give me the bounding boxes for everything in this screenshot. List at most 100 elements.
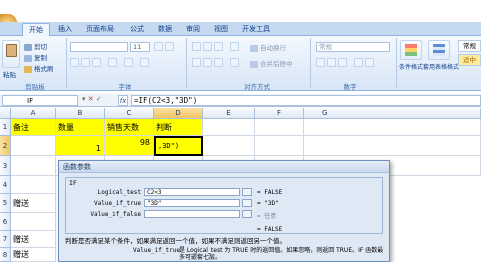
tab-insert[interactable]: 插入 xyxy=(52,23,78,36)
function-description: 判断是否满足某个条件，如果满足返回一个值，如果不满足则返回另一个值。 xyxy=(65,237,286,245)
name-box[interactable]: IF xyxy=(2,95,78,106)
select-all-corner[interactable] xyxy=(0,108,11,119)
underline-button[interactable] xyxy=(92,58,101,67)
conditional-format-icon xyxy=(405,44,417,56)
tab-home[interactable]: 开始 xyxy=(22,23,50,36)
italic-button[interactable] xyxy=(81,58,90,67)
align-left-button[interactable] xyxy=(192,58,201,67)
align-middle-button[interactable] xyxy=(203,42,212,51)
cancel-icon[interactable]: ✕ xyxy=(88,95,94,103)
collapse-dialog-icon[interactable] xyxy=(242,188,252,196)
column-header[interactable]: C xyxy=(105,108,154,119)
tab-data[interactable]: 数据 xyxy=(152,23,178,36)
dialog-title: 函数参数 xyxy=(59,161,389,173)
merge-center-button[interactable]: 合并后居中 xyxy=(250,58,293,68)
format-painter-button[interactable]: 格式刷 xyxy=(24,63,54,73)
bold-button[interactable] xyxy=(70,58,79,67)
tab-review[interactable]: 审阅 xyxy=(180,23,206,36)
arg-label-logical-test: Logical_test xyxy=(97,189,141,196)
clipboard-icon xyxy=(6,44,17,57)
cut-button[interactable]: 剪切 xyxy=(24,41,47,51)
enter-icon[interactable]: ✓ xyxy=(96,95,102,103)
number-group-label: 数字 xyxy=(343,83,357,91)
cell-a8[interactable]: 赠送 xyxy=(11,248,56,262)
cell-e2[interactable] xyxy=(203,136,255,156)
increase-decimal-button[interactable] xyxy=(354,58,363,67)
cell-d2-active[interactable]: ,3D") xyxy=(154,136,203,156)
column-header[interactable]: E xyxy=(203,108,255,119)
cell-e1[interactable] xyxy=(203,119,255,136)
align-bottom-button[interactable] xyxy=(214,42,223,51)
tab-page-layout[interactable]: 页面布局 xyxy=(80,23,120,36)
dropdown-arrow-icon[interactable]: ▾ xyxy=(82,95,86,103)
cell-a6[interactable] xyxy=(11,213,56,231)
cell-g1[interactable] xyxy=(304,119,481,136)
border-button[interactable] xyxy=(108,58,117,67)
font-color-button[interactable] xyxy=(140,58,149,67)
wrap-text-button[interactable]: 自动换行 xyxy=(250,42,286,52)
column-header[interactable]: A xyxy=(11,108,56,119)
copy-icon xyxy=(24,54,32,62)
cell-a4[interactable] xyxy=(11,176,56,194)
cell-b1[interactable]: 数量 xyxy=(56,119,105,136)
collapse-dialog-icon[interactable] xyxy=(242,210,252,218)
number-format-combo[interactable]: 常规 xyxy=(316,42,390,52)
cell-c2[interactable]: 98 xyxy=(105,136,154,156)
row-header[interactable]: 1 xyxy=(0,119,11,136)
tab-developer[interactable]: 开发工具 xyxy=(236,23,276,36)
arg-input-logical-test[interactable]: C2<3 xyxy=(144,188,240,196)
indent-button[interactable] xyxy=(230,58,239,67)
merge-icon xyxy=(250,60,258,68)
cell-a1[interactable]: 备注 xyxy=(11,119,56,136)
cell-g2[interactable] xyxy=(304,136,481,156)
row-header[interactable]: 2 xyxy=(0,136,11,156)
cell-a3[interactable] xyxy=(11,156,56,176)
cell-d1[interactable]: 判断 xyxy=(154,119,203,136)
conditional-format-button[interactable] xyxy=(400,40,422,60)
currency-button[interactable] xyxy=(316,58,325,67)
percent-button[interactable] xyxy=(327,58,336,67)
row-header[interactable]: 6 xyxy=(0,213,11,231)
font-name-combo[interactable] xyxy=(70,42,128,52)
row-header[interactable]: 5 xyxy=(0,194,11,213)
align-right-button[interactable] xyxy=(214,58,223,67)
insert-function-button[interactable]: fx xyxy=(118,95,128,106)
cell-f2[interactable] xyxy=(255,136,304,156)
copy-label: 复制 xyxy=(34,54,47,62)
comma-button[interactable] xyxy=(338,58,347,67)
copy-button[interactable]: 复制 xyxy=(24,52,47,62)
shrink-font-button[interactable] xyxy=(165,42,174,51)
arg-input-value-if-false[interactable] xyxy=(144,210,240,218)
font-size-combo[interactable]: 11 xyxy=(130,42,150,52)
tab-formulas[interactable]: 公式 xyxy=(124,23,150,36)
row-header[interactable]: 4 xyxy=(0,176,11,194)
orientation-button[interactable] xyxy=(230,42,239,51)
cell-a7[interactable]: 赠送 xyxy=(11,231,56,248)
grow-font-button[interactable] xyxy=(154,42,163,51)
cell-f1[interactable] xyxy=(255,119,304,136)
column-header[interactable]: D xyxy=(154,108,203,119)
column-header[interactable]: F xyxy=(255,108,304,119)
collapse-dialog-icon[interactable] xyxy=(242,199,252,207)
row-header[interactable]: 3 xyxy=(0,156,11,176)
paste-button[interactable] xyxy=(2,40,20,68)
fill-color-button[interactable] xyxy=(124,58,133,67)
align-top-button[interactable] xyxy=(192,42,201,51)
cell-a2[interactable] xyxy=(11,136,56,156)
style-neutral-button[interactable]: 适中 xyxy=(458,54,481,66)
clipboard-group-label: 剪贴板 xyxy=(25,83,45,91)
row-header[interactable]: 7 xyxy=(0,231,11,248)
style-normal-button[interactable]: 常规 xyxy=(458,40,481,52)
tab-view[interactable]: 视图 xyxy=(208,23,234,36)
decrease-decimal-button[interactable] xyxy=(365,58,374,67)
arg-input-value-if-true[interactable]: "3D" xyxy=(144,199,240,207)
cell-c1[interactable]: 销售天数 xyxy=(105,119,154,136)
cell-b2[interactable]: 1 xyxy=(56,136,105,156)
column-header[interactable]: G xyxy=(304,108,481,119)
cell-a5[interactable]: 赠送 xyxy=(11,194,56,213)
align-center-button[interactable] xyxy=(203,58,212,67)
row-header[interactable]: 8 xyxy=(0,248,11,262)
column-header[interactable]: B xyxy=(56,108,105,119)
table-format-button[interactable] xyxy=(428,40,450,60)
formula-input[interactable]: =IF(C2<3,"3D") xyxy=(131,95,481,106)
